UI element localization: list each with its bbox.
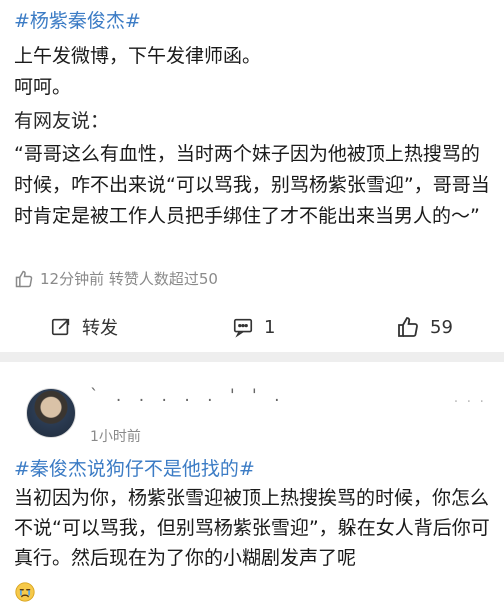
repost-icon: [51, 318, 70, 336]
post2-body: 当初因为你，杨紫张雪迎被顶上热搜挨骂的时候，你怎么不说“可以骂我，但别骂杨紫张雪…: [14, 487, 490, 569]
repost-label: 转发: [82, 318, 118, 339]
post2-username[interactable]: ` . . . . . ' ' .: [90, 386, 286, 406]
more-dots-icon[interactable]: · · ·: [454, 394, 486, 410]
thumb-up-icon: [398, 317, 418, 337]
weibo-post-1: #杨紫秦俊杰# 上午发微博，下午发律师函。 呵呵。 有网友说： “哥哥这么有血性…: [0, 0, 504, 352]
post1-meta-text: 12分钟前 转赞人数超过50: [40, 270, 218, 288]
weibo-post-2: ` . . . . . ' ' . · · · 1小时前 #秦俊杰说狗仔不是他找…: [0, 362, 504, 602]
post1-line-2: 呵呵。: [14, 76, 72, 98]
post2-hashtag-link[interactable]: #秦俊杰说狗仔不是他找的#: [14, 454, 255, 481]
comment-count: 1: [264, 316, 276, 338]
post1-action-bar: 转发 1 59: [0, 305, 504, 349]
comment-button[interactable]: 1: [232, 316, 275, 338]
avatar[interactable]: [26, 388, 76, 438]
comment-icon: [233, 318, 253, 338]
post1-line-3: 有网友说：: [14, 110, 110, 132]
post1-meta: 12分钟前 转赞人数超过50: [14, 268, 218, 289]
like-button[interactable]: 59: [396, 315, 453, 339]
post1-quote: “哥哥这么有血性，当时两个妹子因为他被顶上热搜骂的时候，咋不出来说“可以骂我，别…: [14, 143, 490, 227]
repost-button[interactable]: 转发: [50, 314, 118, 340]
post-separator: [0, 352, 504, 362]
like-count: 59: [430, 316, 453, 338]
post1-line-1: 上午发微博，下午发律师函。: [14, 45, 262, 67]
post1-hashtag-link[interactable]: #杨紫秦俊杰#: [14, 9, 141, 33]
post2-time: 1小时前: [90, 429, 141, 445]
thumb-up-small-icon: [15, 270, 33, 287]
